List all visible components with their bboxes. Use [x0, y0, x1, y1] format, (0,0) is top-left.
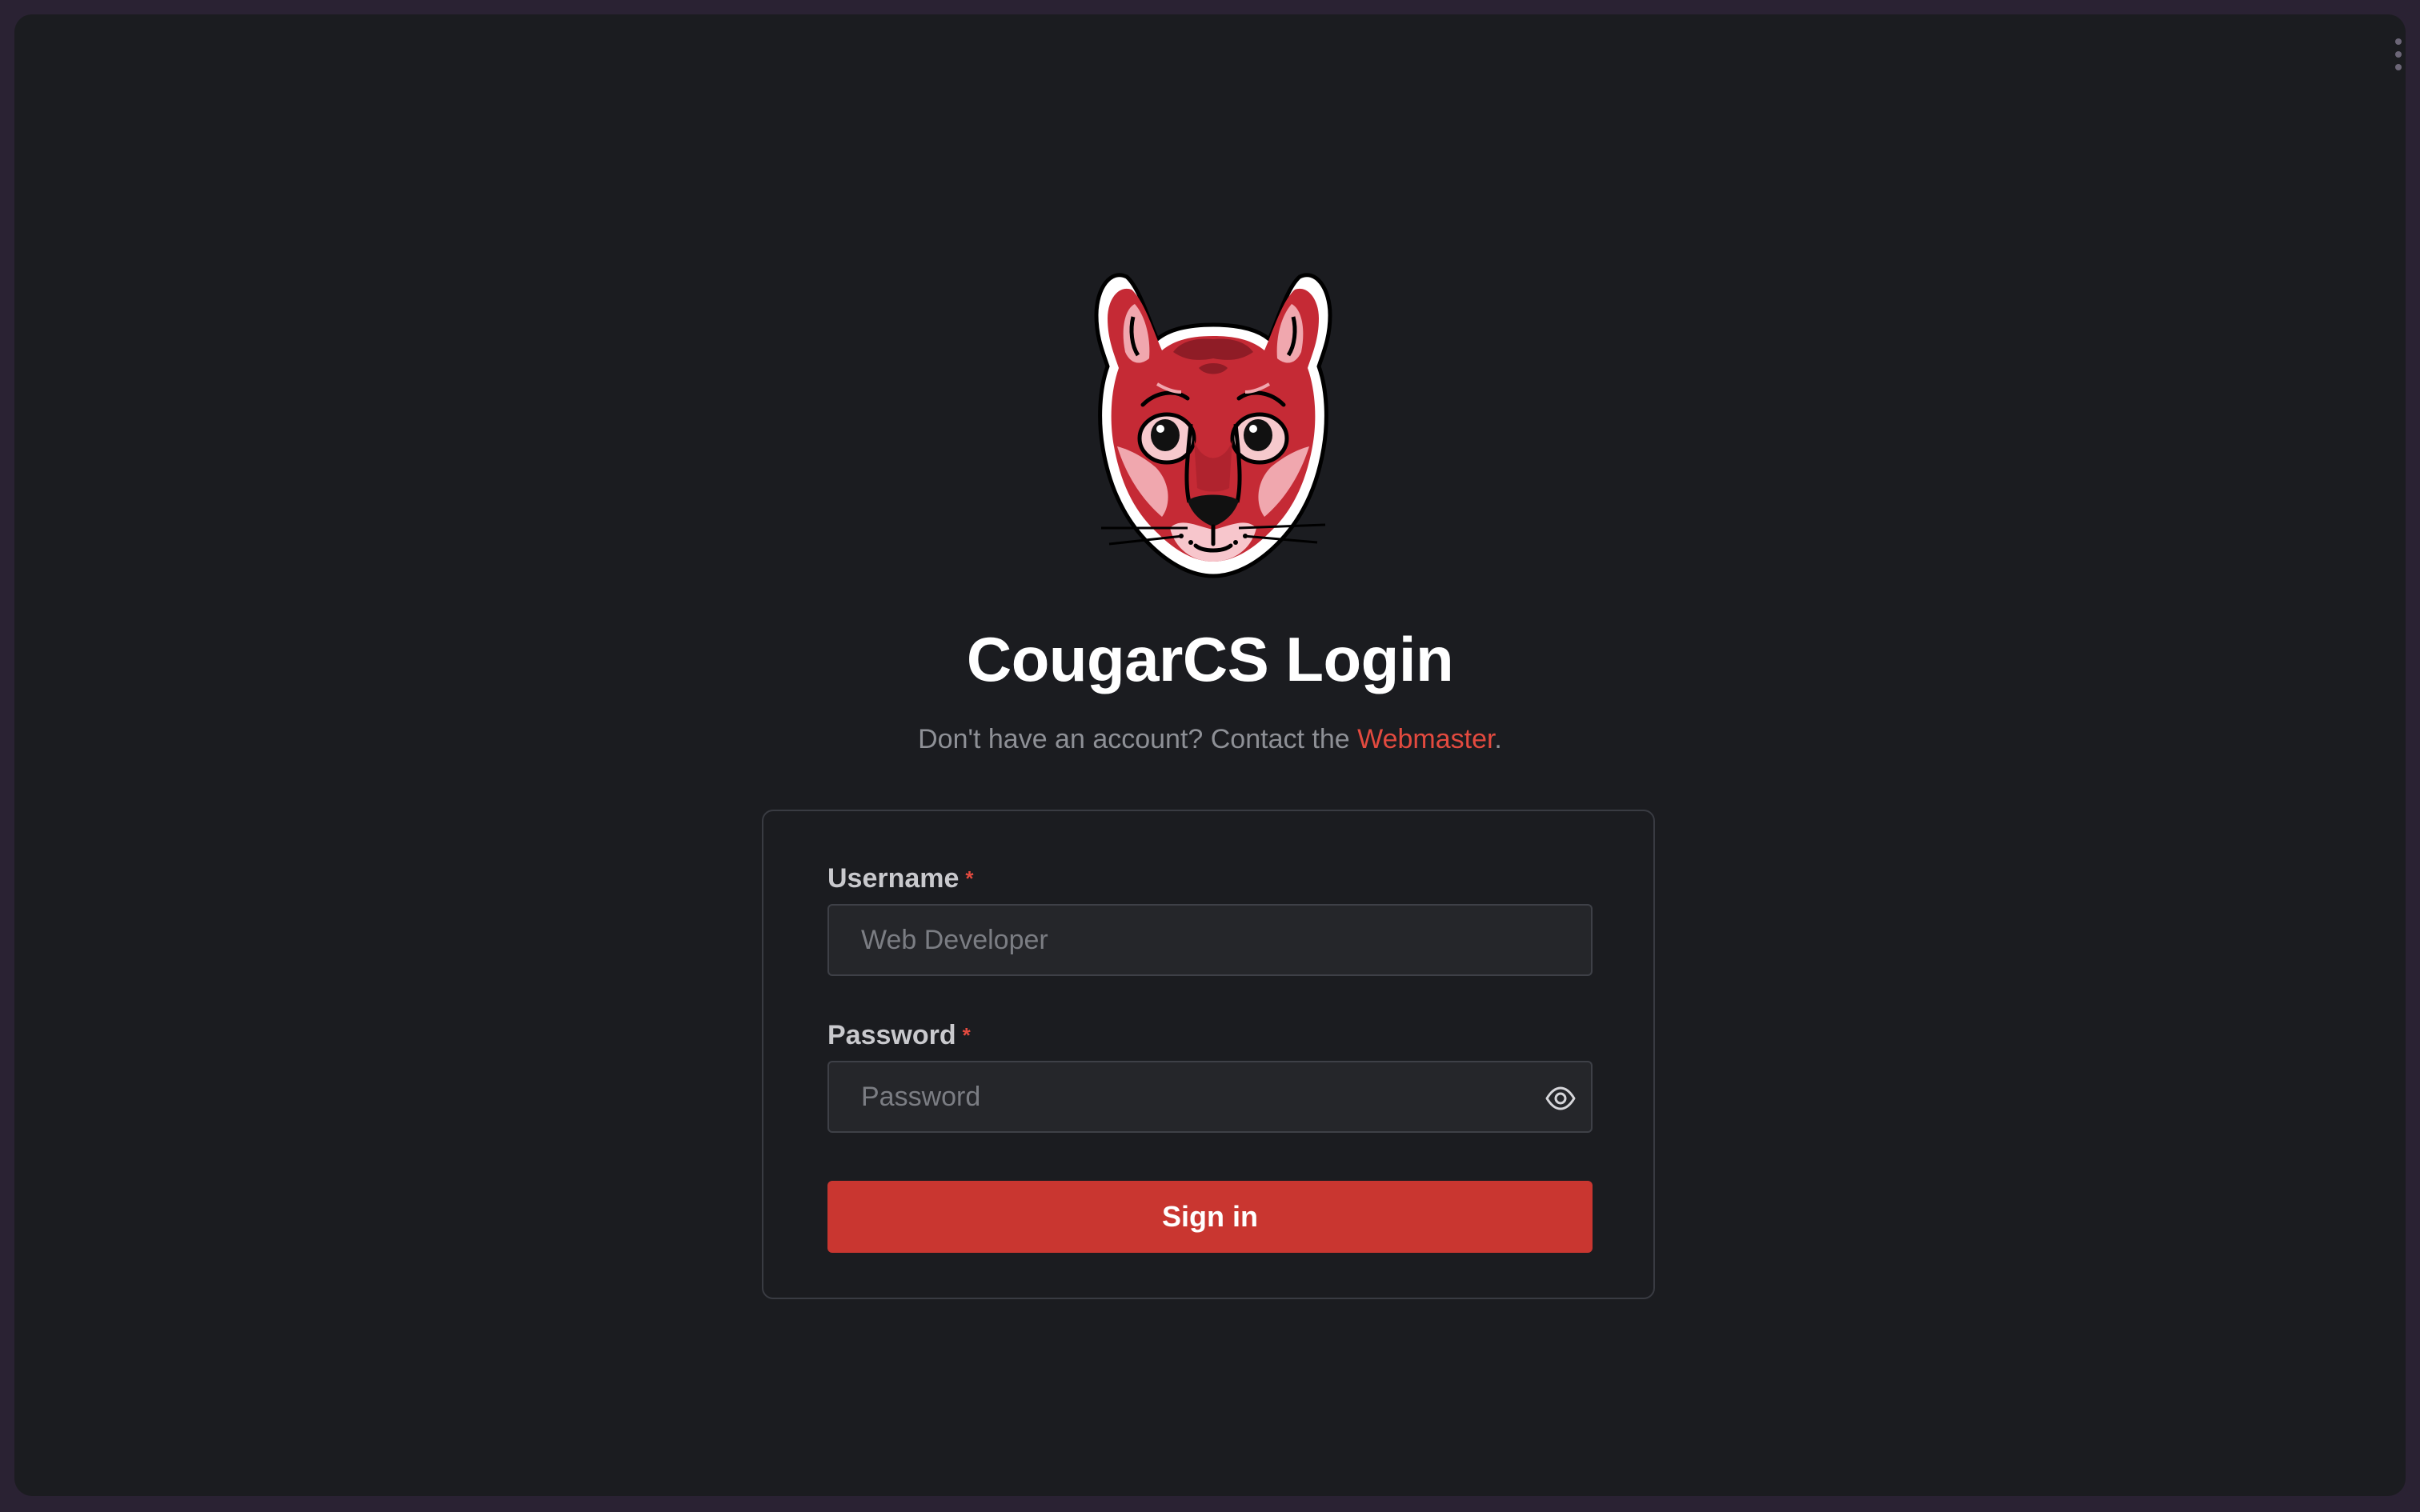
- username-field[interactable]: [827, 904, 1593, 976]
- cougar-logo: [1094, 273, 1332, 578]
- signup-hint-text: Don't have an account? Contact the: [918, 724, 1358, 754]
- kebab-menu-icon[interactable]: [2394, 38, 2402, 70]
- signup-hint: Don't have an account? Contact the Webma…: [14, 722, 2406, 757]
- password-field[interactable]: [827, 1061, 1593, 1133]
- required-marker: *: [965, 866, 974, 890]
- sign-in-button[interactable]: Sign in: [827, 1181, 1593, 1253]
- username-input[interactable]: [829, 906, 1591, 974]
- username-label-text: Username: [827, 863, 960, 894]
- password-input[interactable]: [829, 1062, 1591, 1131]
- password-label-text: Password: [827, 1020, 956, 1050]
- page-title: CougarCS Login: [966, 624, 1454, 694]
- login-form: Username* Password* Sign in: [762, 810, 1655, 1299]
- webmaster-link[interactable]: Webmaster: [1357, 724, 1494, 754]
- signup-hint-suffix: .: [1494, 724, 1502, 754]
- username-label: Username *: [827, 861, 974, 898]
- password-label: Password *: [827, 1018, 971, 1054]
- required-marker: *: [962, 1023, 971, 1047]
- eye-icon[interactable]: [1545, 1082, 1577, 1114]
- app-window: CougarCS Login Don't have an account? Co…: [14, 14, 2406, 1496]
